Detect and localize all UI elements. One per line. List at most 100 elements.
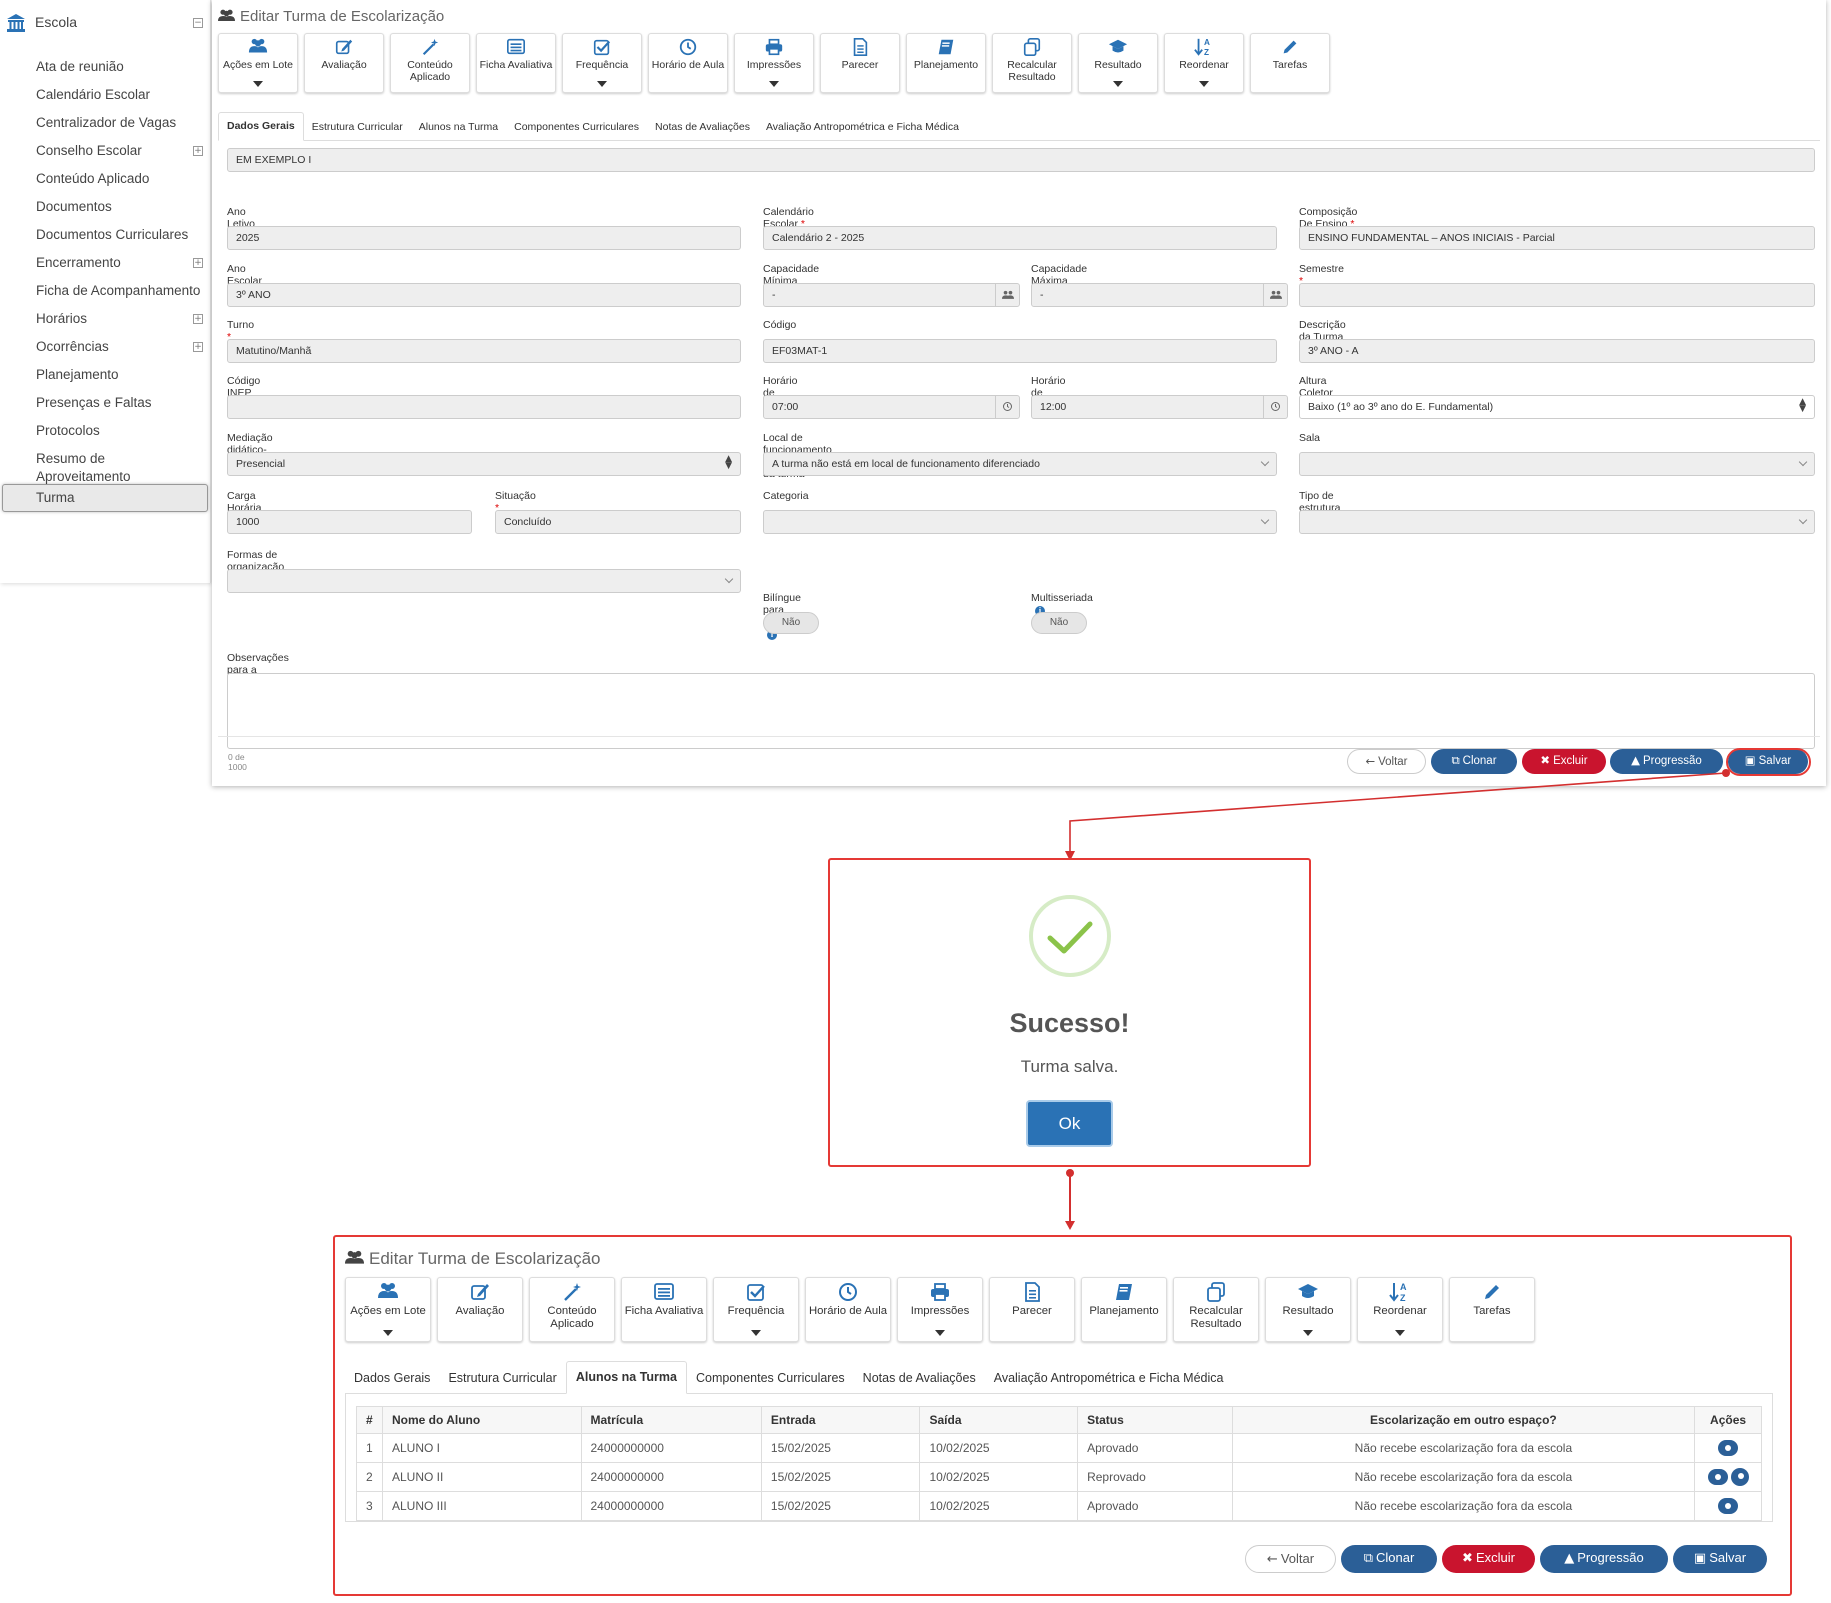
toolbar-printer-button[interactable]: Impressões [897,1277,983,1342]
expand-icon[interactable]: + [193,146,203,156]
sidebar-item-calendario-escolar[interactable]: Calendário Escolar [36,86,150,104]
sidebar-item-encerramento[interactable]: Encerramento [36,254,121,272]
copy-icon: ⧉ [1363,1551,1373,1566]
toolbar-graduation-cap-button[interactable]: Resultado [1265,1277,1351,1342]
toolbar-edit-button[interactable]: Avaliação [304,33,384,93]
toolbar-printer-button[interactable]: Impressões [734,33,814,93]
cell-n: 2 [356,1462,383,1492]
toolbar-book-button[interactable]: Planejamento [906,33,986,93]
toolbar-users-button[interactable]: Ações em Lote [218,33,298,93]
toolbar-copy-button[interactable]: Recalcular Resultado [992,33,1072,93]
inep-field[interactable] [227,395,741,419]
tab-dados-gerais[interactable]: Dados Gerais [218,112,304,141]
chart-icon[interactable] [1730,1468,1749,1486]
cap-min-field[interactable]: - [763,283,1020,307]
escola-field[interactable]: EM EXEMPLO I [227,148,1815,172]
sidebar-item-resumo-de-aproveitamento[interactable]: Resumo de Aproveitamento [36,450,196,486]
sidebar-item-presencas-e-faltas[interactable]: Presenças e Faltas [36,394,152,412]
situacao-field[interactable]: Concluído [495,510,741,534]
toolbar-magic-wand-button[interactable]: Conteúdo Aplicado [390,33,470,93]
codigo-field[interactable]: EF03MAT-1 [763,339,1277,363]
turno-field[interactable]: Matutino/Manhã [227,339,741,363]
toolbar-pencil-button[interactable]: Tarefas [1449,1277,1535,1342]
toolbar-book-button[interactable]: Planejamento [1081,1277,1167,1342]
toolbar-graduation-cap-button[interactable]: Resultado [1078,33,1158,93]
toolbar-magic-wand-button[interactable]: Conteúdo Aplicado [529,1277,615,1342]
view-icon[interactable] [1707,1469,1728,1485]
calendario-field[interactable]: Calendário 2 - 2025 [763,226,1277,250]
ok-button[interactable]: Ok [1026,1100,1113,1147]
sidebar-item-documentos[interactable]: Documentos [36,198,112,216]
mediacao-field[interactable]: Presencial ▲ ▼ [227,452,741,476]
carga-field[interactable]: 1000 [227,510,472,534]
toolbar-list-card-button[interactable]: Ficha Avaliativa [476,33,556,93]
cap-max-field[interactable]: - [1031,283,1288,307]
clonar-button[interactable]: ⧉ Clonar [1341,1545,1437,1573]
toolbar-list-card-button[interactable]: Ficha Avaliativa [621,1277,707,1342]
tab-alunos-na-turma[interactable]: Alunos na Turma [411,114,506,141]
toolbar-pencil-button[interactable]: Tarefas [1250,33,1330,93]
altura-field[interactable]: Baixo (1º ao 3º ano do E. Fundamental) ▲ ▼ [1299,395,1815,419]
sidebar-item-conteudo-aplicado[interactable]: Conteúdo Aplicado [36,170,149,188]
toolbar-document-button[interactable]: Parecer [820,33,900,93]
toolbar-users-button[interactable]: Ações em Lote [345,1277,431,1342]
tab-avaliacao-antropometrica-e-ficha-medica[interactable]: Avaliação Antropométrica e Ficha Médica [985,1363,1233,1394]
sidebar-item-ficha-de-acompanhamento[interactable]: Ficha de Acompanhamento [36,282,200,300]
sala-field[interactable] [1299,452,1815,476]
semestre-field[interactable] [1299,283,1815,307]
tab-componentes-curriculares[interactable]: Componentes Curriculares [687,1363,854,1394]
toolbar-document-button[interactable]: Parecer [989,1277,1075,1342]
collapse-icon[interactable]: − [193,18,203,28]
ano-letivo-field[interactable]: 2025 [227,226,741,250]
tipo-estrutura-field[interactable] [1299,510,1815,534]
tab-avaliacao-antropometrica-e-ficha-medica[interactable]: Avaliação Antropométrica e Ficha Médica [758,114,967,141]
local-field[interactable]: A turma não está em local de funcionamen… [763,452,1277,476]
sidebar-header[interactable]: Escola − [0,8,211,38]
view-icon[interactable] [1718,1498,1739,1514]
bilingue-toggle[interactable]: Não [763,612,819,634]
observacoes-textarea[interactable] [227,673,1815,749]
toolbar-copy-button[interactable]: Recalcular Resultado [1173,1277,1259,1342]
sidebar-item-horarios[interactable]: Horários [36,310,87,328]
tab-notas-de-avaliacoes[interactable]: Notas de Avaliações [854,1363,985,1394]
entrada-field[interactable]: 07:00 [763,395,1020,419]
sidebar-item-turma[interactable]: Turma [2,484,208,512]
tab-estrutura-curricular[interactable]: Estrutura Curricular [304,114,411,141]
voltar-button[interactable]: ← Voltar [1245,1545,1336,1573]
sidebar-item-protocolos[interactable]: Protocolos [36,422,100,440]
sidebar-item-documentos-curriculares[interactable]: Documentos Curriculares [36,226,188,244]
expand-icon[interactable]: + [193,258,203,268]
toolbar-clock-button[interactable]: Horário de Aula [648,33,728,93]
formas-field[interactable] [227,569,741,593]
saida-field[interactable]: 12:00 [1031,395,1288,419]
tab-dados-gerais[interactable]: Dados Gerais [345,1363,439,1394]
toolbar-check-square-button[interactable]: Frequência [713,1277,799,1342]
sidebar-title: Escola [35,14,78,30]
toolbar-check-square-button[interactable]: Frequência [562,33,642,93]
toolbar-sort-alpha-button[interactable]: A Z Reordenar [1357,1277,1443,1342]
tab-alunos-na-turma[interactable]: Alunos na Turma [565,1361,687,1394]
descricao-field[interactable]: 3º ANO - A [1299,339,1815,363]
sidebar-item-ata-de-reuniao[interactable]: Ata de reunião [36,58,124,76]
toolbar-edit-button[interactable]: Avaliação [437,1277,523,1342]
sidebar-item-ocorrencias[interactable]: Ocorrências [36,338,109,356]
progressao-button[interactable]: ▲ Progressão [1540,1545,1668,1573]
salvar-button[interactable]: ▣ Salvar [1673,1545,1767,1573]
sidebar-item-conselho-escolar[interactable]: Conselho Escolar [36,142,142,160]
multisseriada-toggle[interactable]: Não [1031,612,1087,634]
toolbar-clock-button[interactable]: Horário de Aula [805,1277,891,1342]
tab-componentes-curriculares[interactable]: Componentes Curriculares [506,114,647,141]
tab-notas-de-avaliacoes[interactable]: Notas de Avaliações [647,114,758,141]
expand-icon[interactable]: + [193,342,203,352]
composicao-field[interactable]: ENSINO FUNDAMENTAL – ANOS INICIAIS - Par… [1299,226,1815,250]
sidebar-item-centralizador-de-vagas[interactable]: Centralizador de Vagas [36,114,176,132]
expand-icon[interactable]: + [193,314,203,324]
ano-escolar-field[interactable]: 3º ANO [227,283,741,307]
toolbar-button-label: Recalcular Resultado [1007,59,1057,83]
tab-estrutura-curricular[interactable]: Estrutura Curricular [439,1363,565,1394]
excluir-button[interactable]: ✖ Excluir [1442,1545,1535,1573]
view-icon[interactable] [1718,1440,1739,1456]
toolbar-sort-alpha-button[interactable]: A Z Reordenar [1164,33,1244,93]
categoria-field[interactable] [763,510,1277,534]
sidebar-item-planejamento[interactable]: Planejamento [36,366,119,384]
